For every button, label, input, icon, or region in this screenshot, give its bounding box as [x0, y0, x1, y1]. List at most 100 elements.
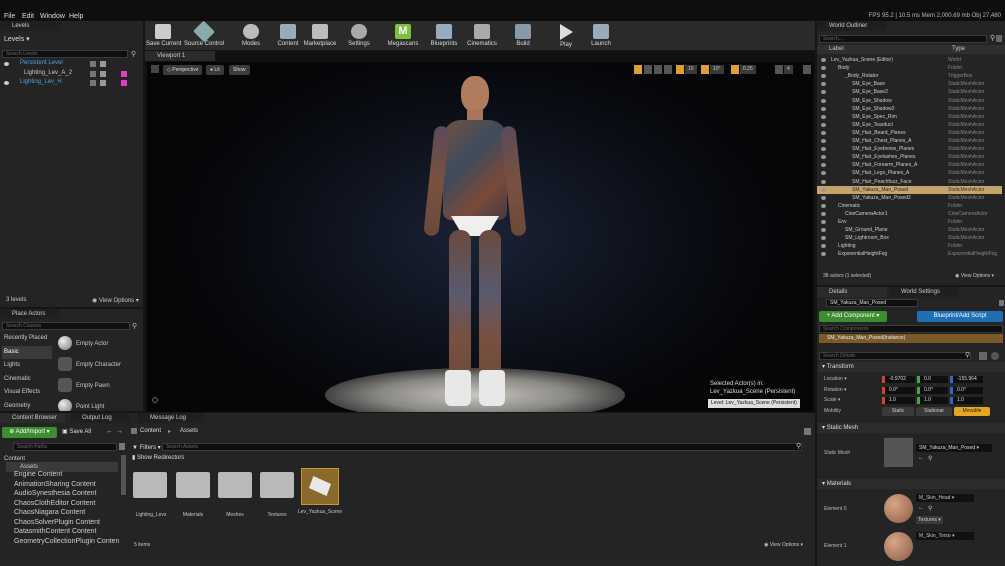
outliner-row[interactable]: SM_Eye_Shadow2 StaticMeshActor	[817, 105, 1002, 113]
levels-search-input[interactable]: Search Levels	[2, 50, 128, 58]
blueprints-button[interactable]: Blueprints	[429, 22, 459, 49]
save-current-button[interactable]: Save Current	[146, 22, 181, 49]
viewport-canvas[interactable]: ◇ Perspective ● Lit Show 10 10° 0.25 4 S…	[147, 62, 813, 412]
tab-details[interactable]: Details	[817, 287, 887, 297]
tree-scrollbar[interactable]	[121, 455, 126, 495]
actor-name-field[interactable]: SM_Yakuza_Man_Posed	[826, 299, 918, 307]
tab-world-settings[interactable]: World Settings	[889, 287, 959, 297]
scale-label[interactable]: Scale ▾	[824, 397, 840, 403]
content-button[interactable]: Content	[275, 22, 301, 49]
settings-button[interactable]: Settings	[346, 22, 372, 49]
search-icon[interactable]: ⚲	[928, 455, 932, 462]
forward-arrow-icon[interactable]: →	[116, 428, 123, 435]
search-icon[interactable]: ⚲	[928, 505, 932, 512]
category-lights[interactable]: Lights	[2, 359, 52, 372]
menu-file[interactable]: File	[4, 13, 15, 20]
settings-icon[interactable]	[996, 35, 1002, 42]
outliner-row[interactable]: SM_Hair_Eyelashes_Planes StaticMeshActor	[817, 153, 1002, 161]
translate-icon[interactable]	[634, 65, 642, 74]
search-details-input[interactable]: Search Details	[819, 352, 971, 360]
eye-icon[interactable]	[821, 252, 826, 257]
scale-icon[interactable]	[654, 65, 662, 74]
category-recently-placed[interactable]: Recently Placed	[2, 332, 52, 345]
blueprint-add-script-button[interactable]: Blueprint/Add Script	[917, 311, 1003, 322]
outliner-row[interactable]: Lighting Folder	[817, 242, 1002, 250]
scale-snap-value[interactable]: 0.25	[740, 65, 756, 74]
grid-view-icon[interactable]	[979, 352, 987, 360]
color-swatch[interactable]	[121, 71, 127, 77]
tab-output-log[interactable]: Output Log	[70, 413, 130, 423]
rotate-icon[interactable]	[644, 65, 652, 74]
rotation-y-field[interactable]: 0.0°	[920, 387, 948, 394]
rotation-z-field[interactable]: 0.0°	[953, 387, 983, 394]
outliner-row[interactable]: Env Folder	[817, 218, 1002, 226]
levels-header[interactable]: Levels ▾	[4, 35, 30, 43]
eye-icon[interactable]	[821, 228, 826, 233]
launch-button[interactable]: Launch	[589, 22, 613, 49]
eye-icon[interactable]	[821, 74, 826, 79]
outliner-row[interactable]: Body Folder	[817, 64, 1002, 72]
eye-icon[interactable]	[821, 58, 826, 62]
outliner-row[interactable]: SM_Ground_Plane StaticMeshActor	[817, 226, 1002, 234]
level-row-persistent[interactable]: Persistent Level	[0, 59, 143, 69]
eye-icon[interactable]	[4, 62, 9, 66]
outliner-view-options[interactable]: ◉ View Options ▾	[955, 273, 994, 279]
menu-help[interactable]: Help	[69, 13, 83, 20]
category-basic[interactable]: Basic	[2, 346, 52, 359]
add-folder-icon[interactable]	[119, 443, 125, 450]
lit-button[interactable]: ● Lit	[206, 65, 224, 75]
level-row-lighting-h[interactable]: Lighting_Lev_H	[0, 78, 143, 88]
eye-icon[interactable]	[821, 147, 826, 152]
actor-point-light[interactable]: Point Light	[55, 397, 135, 411]
location-y-field[interactable]: 0.0	[920, 376, 948, 383]
save-icon[interactable]	[100, 61, 106, 67]
outliner-row[interactable]: SM_Hair_Peachfuzz_Face StaticMeshActor	[817, 178, 1002, 186]
folder-lighting-levs[interactable]: Lighting_Levs	[130, 512, 172, 518]
tab-viewport-1[interactable]: Viewport 1	[145, 51, 215, 61]
scale-x-field[interactable]: 1.0	[885, 397, 915, 404]
outliner-row[interactable]: SM_Hair_Forearm_Planes_A StaticMeshActor	[817, 161, 1002, 169]
component-instance-row[interactable]: SM_Yakuza_Man_Posed(Instance)	[819, 334, 1003, 343]
marketplace-button[interactable]: Marketplace	[303, 22, 337, 49]
source-control-button[interactable]: Source Control	[184, 20, 224, 49]
modes-button[interactable]: Modes	[238, 22, 264, 49]
folder-icon[interactable]	[218, 472, 252, 498]
tree-item[interactable]: Engine Content	[14, 470, 62, 480]
rotation-snap-icon[interactable]	[701, 65, 709, 74]
tab-levels[interactable]: Levels	[0, 21, 60, 31]
outliner-row[interactable]: SM_Eye_Spec_Rim StaticMeshActor	[817, 113, 1002, 121]
category-visual-effects[interactable]: Visual Effects	[2, 386, 52, 399]
tab-world-outliner[interactable]: World Outliner	[817, 21, 887, 31]
outliner-row-selected[interactable]: SM_Yakuza_Man_Posed StaticMeshActor	[817, 185, 1002, 194]
menu-window[interactable]: Window	[40, 13, 65, 20]
perspective-button[interactable]: ◇ Perspective	[163, 65, 203, 75]
eye-icon[interactable]	[821, 211, 826, 216]
breadcrumb-assets[interactable]: Assets	[180, 428, 198, 434]
outliner-search-input[interactable]: Search...	[819, 35, 987, 43]
scale-z-field[interactable]: 1.0	[953, 397, 983, 404]
outliner-row[interactable]: SM_Eye_Tearduct StaticMeshActor	[817, 121, 1002, 129]
save-icon[interactable]	[100, 71, 106, 77]
eye-icon[interactable]	[821, 122, 826, 127]
column-label[interactable]: Label	[829, 45, 844, 54]
eye-icon[interactable]	[821, 98, 826, 103]
location-label[interactable]: Location ▾	[824, 376, 847, 382]
actor-empty-character[interactable]: Empty Character	[55, 355, 135, 375]
megascans-button[interactable]: M Megascans	[387, 22, 419, 49]
tree-item[interactable]: ChaosNiagara Content	[14, 508, 85, 518]
camera-speed-icon[interactable]	[775, 65, 783, 74]
tree-item[interactable]: GeometryCollectionPlugin Conten	[14, 537, 119, 547]
eye-icon[interactable]	[821, 187, 826, 192]
eye-icon[interactable]	[821, 90, 826, 95]
folder-icon[interactable]	[260, 472, 294, 498]
save-all-button[interactable]: ▣ Save All	[62, 428, 91, 435]
build-button[interactable]: Build	[512, 22, 534, 49]
eye-icon[interactable]	[821, 203, 826, 208]
globe-icon[interactable]	[664, 65, 672, 74]
levels-view-options[interactable]: ◉ View Options ▾	[92, 297, 139, 304]
outliner-row[interactable]: SM_Hair_Chest_Planes_A StaticMeshActor	[817, 137, 1002, 145]
tab-place-actors[interactable]: Place Actors	[0, 309, 60, 319]
eye-icon[interactable]	[821, 130, 826, 135]
maximize-icon[interactable]	[803, 65, 811, 74]
add-import-button[interactable]: ⊕ Add/Import ▾	[2, 427, 57, 438]
